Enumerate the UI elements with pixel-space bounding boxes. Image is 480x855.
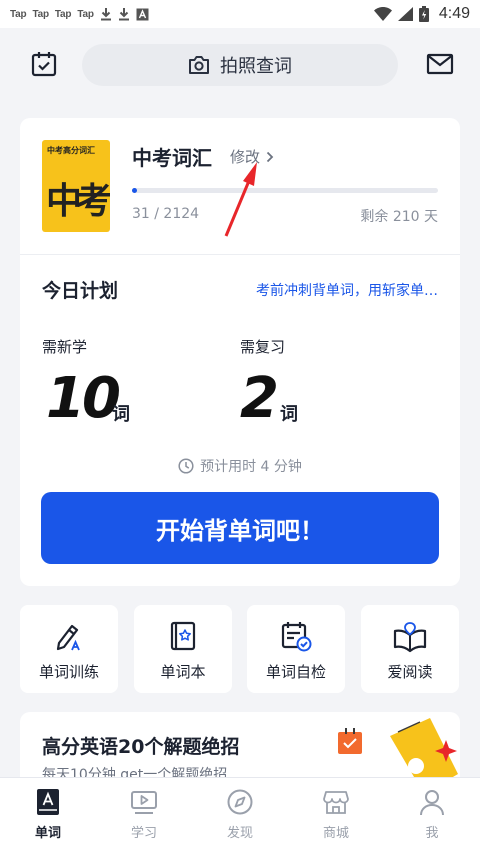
banner-title: 高分英语20个解题绝招 bbox=[42, 736, 240, 758]
checkin-calendar-icon[interactable] bbox=[30, 50, 58, 78]
new-words-count: 10 bbox=[46, 366, 121, 431]
person-icon bbox=[420, 790, 444, 816]
tool-label: 单词自检 bbox=[265, 663, 326, 681]
study-plan-card: 中考高分词汇 中考 中考词汇 修改 31 / 2124 剩余 210 天 今日计… bbox=[20, 118, 460, 586]
tap-notification-icon: Tap bbox=[77, 8, 94, 20]
new-words-unit: 词 bbox=[112, 404, 130, 425]
progress-bar bbox=[132, 188, 438, 193]
clock: 4:49 bbox=[438, 5, 470, 22]
tap-notification-icon: Tap bbox=[54, 8, 72, 20]
download-icon bbox=[118, 8, 129, 21]
edit-book-label: 修改 bbox=[230, 148, 261, 166]
tool-label: 单词本 bbox=[160, 663, 206, 681]
nav-tab-me[interactable]: 我 bbox=[384, 778, 480, 855]
nav-tab-vocabulary[interactable]: 单词 bbox=[0, 778, 96, 855]
vocabulary-book-icon bbox=[37, 789, 59, 815]
chevron-right-icon bbox=[266, 151, 274, 162]
tap-notification-icon: Tap bbox=[10, 8, 27, 20]
remaining-days: 剩余 210 天 bbox=[360, 209, 438, 225]
divider bbox=[20, 254, 460, 255]
tool-label: 单词训练 bbox=[38, 663, 99, 681]
book-name: 中考词汇 bbox=[132, 146, 212, 170]
calendar-check-icon bbox=[281, 622, 312, 652]
status-bar: Tap Tap Tap Tap 4:49 bbox=[0, 0, 480, 28]
book-cover-title: 中考高分词汇 bbox=[47, 146, 95, 155]
start-learning-button[interactable]: 开始背单词吧！ bbox=[41, 492, 439, 564]
tool-grid: 单词训练 单词本 单词自检 爱阅读 bbox=[20, 605, 480, 693]
review-words-label: 需复习 bbox=[240, 338, 286, 356]
tool-self-check[interactable]: 单词自检 bbox=[247, 605, 345, 693]
tool-word-book[interactable]: 单词本 bbox=[134, 605, 232, 693]
photo-lookup-button[interactable]: 拍照查词 bbox=[82, 44, 398, 86]
progress-count: 31 / 2124 bbox=[132, 206, 200, 222]
mail-icon[interactable] bbox=[426, 52, 454, 76]
plan-promo-link[interactable]: 考前冲刺背单词，用斩家单… bbox=[256, 280, 438, 300]
app-a-icon bbox=[136, 8, 149, 20]
open-book-icon bbox=[393, 622, 427, 653]
book-cover-big-text: 中考 bbox=[46, 181, 110, 222]
new-words-label: 需新学 bbox=[42, 338, 88, 356]
compass-icon bbox=[227, 789, 253, 815]
tool-label: 爱阅读 bbox=[387, 663, 433, 681]
nav-label: 发现 bbox=[226, 826, 253, 841]
estimated-time-label: 预计用时 4 分钟 bbox=[200, 459, 302, 475]
estimated-time: 预计用时 4 分钟 bbox=[20, 456, 460, 476]
nav-label: 我 bbox=[425, 826, 439, 841]
nav-tab-discover[interactable]: 发现 bbox=[192, 778, 288, 855]
bottom-nav: 单词 学习 发现 商城 我 bbox=[0, 777, 480, 855]
edit-book-button[interactable]: 修改 bbox=[230, 146, 274, 167]
nav-label: 商城 bbox=[322, 826, 349, 841]
tap-notification-icon: Tap bbox=[32, 8, 49, 20]
wifi-icon bbox=[373, 7, 392, 21]
notebook-icon bbox=[170, 621, 196, 651]
nav-label: 学习 bbox=[130, 826, 157, 841]
nav-tab-study[interactable]: 学习 bbox=[96, 778, 192, 855]
plan-title: 今日计划 bbox=[42, 280, 119, 302]
battery-icon bbox=[418, 6, 429, 22]
download-icon bbox=[100, 8, 111, 21]
nav-tab-store[interactable]: 商城 bbox=[288, 778, 384, 855]
review-words-count: 2 bbox=[240, 366, 279, 431]
nav-label: 单词 bbox=[34, 826, 61, 841]
review-words-unit: 词 bbox=[280, 404, 298, 425]
signal-icon bbox=[397, 7, 413, 21]
book-cover[interactable]: 中考高分词汇 中考 bbox=[42, 140, 110, 232]
clock-icon bbox=[178, 458, 194, 474]
camera-icon bbox=[189, 56, 209, 74]
tool-word-training[interactable]: 单词训练 bbox=[20, 605, 118, 693]
tool-reading[interactable]: 爱阅读 bbox=[361, 605, 459, 693]
store-icon bbox=[323, 791, 349, 814]
header: 拍照查词 bbox=[0, 28, 480, 104]
pen-icon bbox=[56, 624, 80, 651]
progress-fill bbox=[132, 188, 137, 193]
photo-lookup-label: 拍照查词 bbox=[220, 56, 292, 77]
video-play-icon bbox=[131, 791, 157, 814]
